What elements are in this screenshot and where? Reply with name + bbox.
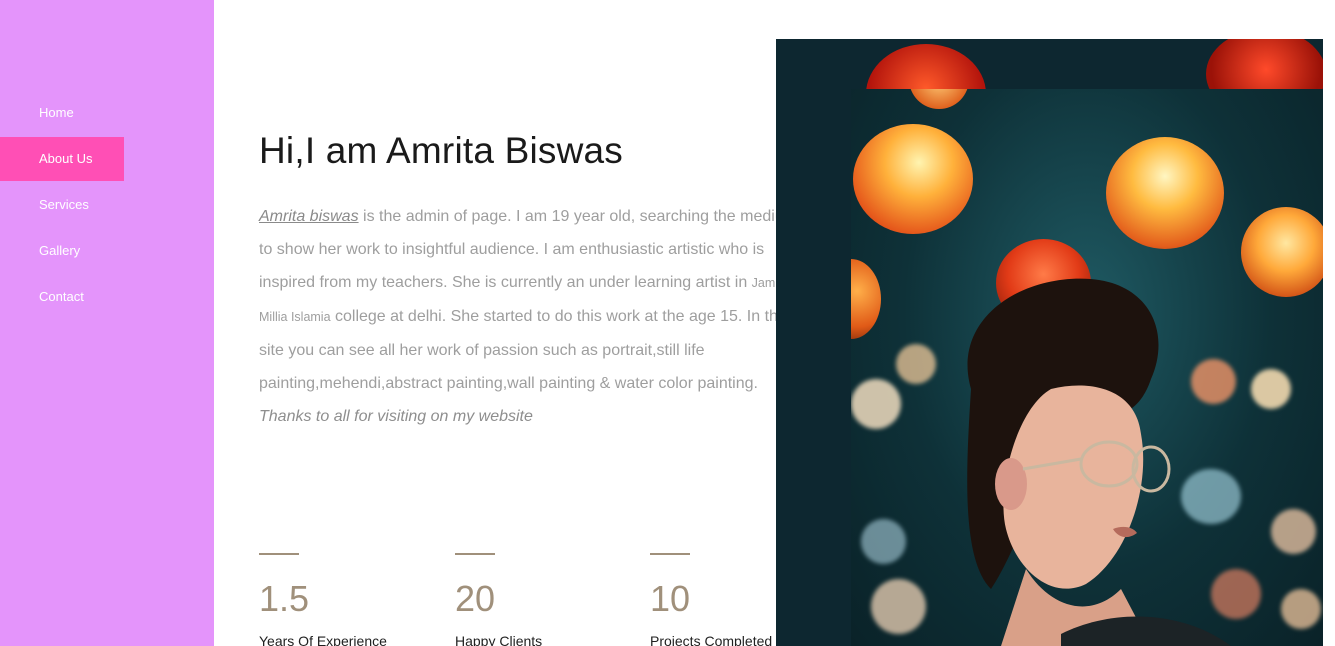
stat-divider [455,553,495,555]
stat-value: 20 [455,578,496,619]
stat-divider [650,553,690,555]
stat-label: Happy Clients [455,633,543,646]
page-title: Hi,I am Amrita Biswas [259,130,623,171]
stat-experience: 1.5 Years Of Experience [259,553,439,646]
about-text-part-2: college at delhi. She started to do this… [259,308,790,392]
sidebar-item-gallery[interactable]: Gallery [0,229,124,273]
stat-clients: 20 Happy Clients [455,553,635,646]
author-name-link[interactable]: Amrita biswas [259,208,359,225]
portrait-figure [967,278,1231,646]
sidebar-item-contact[interactable]: Contact [0,275,124,319]
stats-section: 1.5 Years Of Experience 20 Happy Clients… [259,553,819,646]
sidebar-nav: Home About Us Services Gallery Contact [0,91,214,321]
about-paragraph: Amrita biswas is the admin of page. I am… [259,200,807,433]
sidebar: Home About Us Services Gallery Contact [0,0,214,646]
sidebar-item-home[interactable]: Home [0,91,124,135]
portrait-photo-icon [851,89,1323,646]
stat-label: Years Of Experience [259,633,387,646]
thanks-note: Thanks to all for visiting on my website [259,408,533,425]
stat-divider [259,553,299,555]
sidebar-item-services[interactable]: Services [0,183,124,227]
stat-value: 1.5 [259,578,310,619]
sidebar-item-about-us[interactable]: About Us [0,137,124,181]
